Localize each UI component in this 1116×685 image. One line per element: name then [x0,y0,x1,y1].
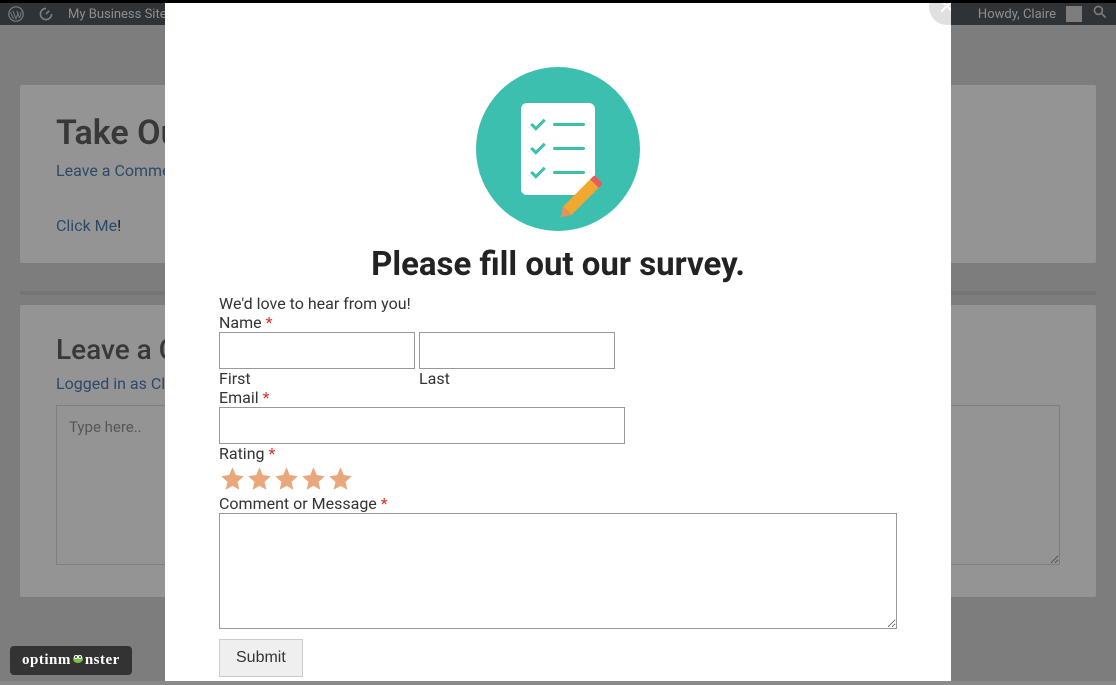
last-name-input[interactable] [419,332,615,369]
email-input[interactable] [219,407,625,444]
modal-title: Please fill out our survey. [165,245,951,284]
star-3[interactable] [273,465,300,492]
last-sublabel: Last [419,369,615,388]
survey-icon [476,67,640,231]
survey-modal: ✕ Please fill out our survey. We'd love … [165,3,951,681]
clipboard-icon [521,103,595,195]
submit-button[interactable]: Submit [219,639,303,677]
close-icon: ✕ [938,3,951,20]
comment-label: Comment or Message * [219,494,897,513]
form-intro: We'd love to hear from you! [219,294,897,313]
rating-stars [219,465,897,492]
star-4[interactable] [300,465,327,492]
star-1[interactable] [219,465,246,492]
bottom-strip [0,681,1116,685]
optinmonster-badge[interactable]: optinmnster [10,646,132,675]
rating-label: Rating * [219,444,897,463]
optinmonster-label: optinmnster [22,652,120,668]
email-label: Email * [219,388,897,407]
first-name-input[interactable] [219,332,415,369]
comment-textarea[interactable] [219,513,897,629]
name-label: Name * [219,313,897,332]
star-5[interactable] [327,465,354,492]
top-strip [0,0,1116,3]
star-2[interactable] [246,465,273,492]
first-sublabel: First [219,369,415,388]
